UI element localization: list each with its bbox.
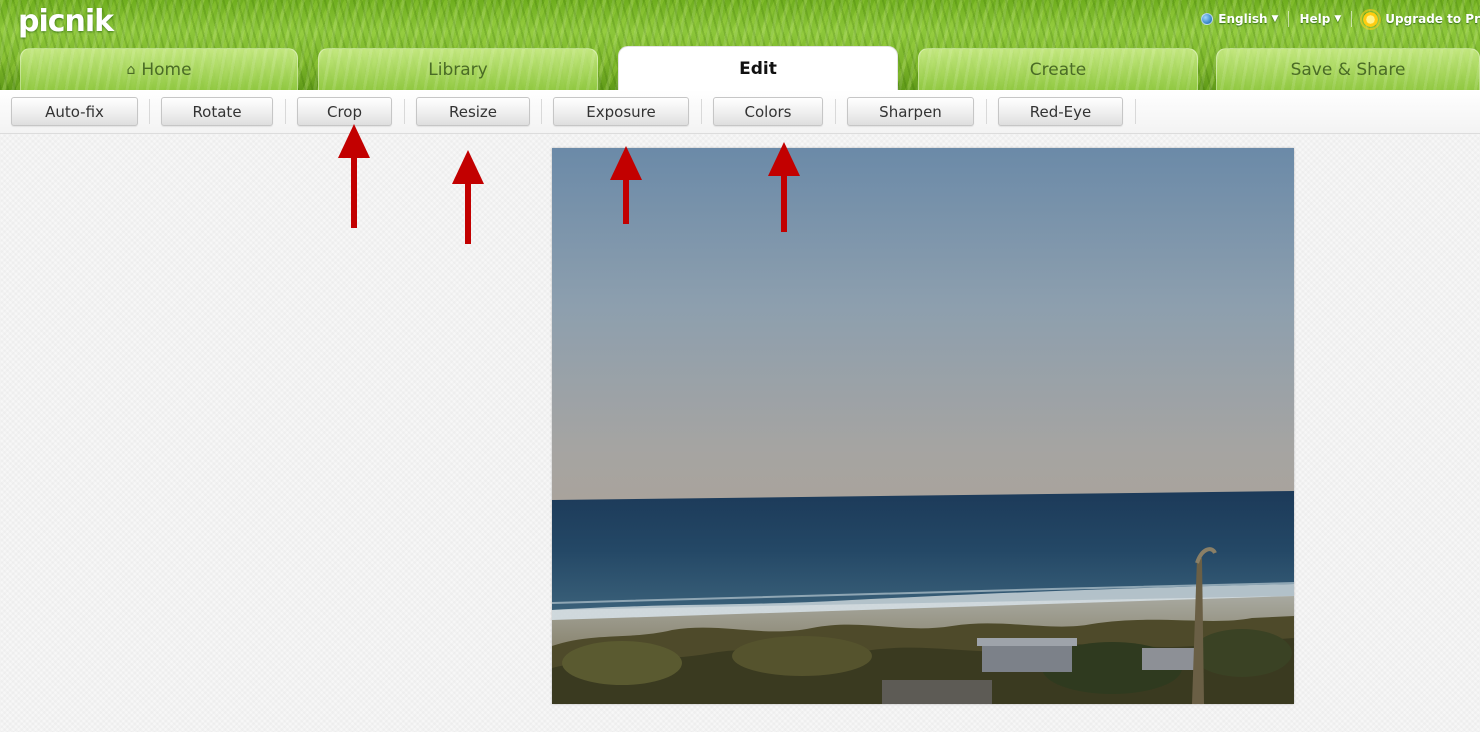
help-menu[interactable]: Help ▼ (1289, 12, 1351, 26)
button-label: Resize (448, 102, 498, 121)
tab-create[interactable]: Create (918, 48, 1198, 90)
tab-label: Home (141, 59, 192, 80)
picnik-logo[interactable]: picnik (18, 4, 114, 39)
tab-label: Save & Share (1290, 59, 1406, 80)
divider (541, 99, 542, 124)
language-label: English (1218, 12, 1268, 26)
upgrade-link[interactable]: Upgrade to Pr (1352, 10, 1480, 28)
button-label: Red-Eye (1029, 102, 1092, 121)
sharpen-button[interactable]: Sharpen (847, 97, 974, 126)
red-arrow-colors (768, 142, 800, 232)
upgrade-label: Upgrade to Pr (1385, 12, 1480, 26)
red-arrow-exposure (610, 146, 642, 224)
button-label: Colors (744, 102, 792, 121)
divider (285, 99, 286, 124)
tab-save-share[interactable]: Save & Share (1216, 48, 1480, 90)
language-menu[interactable]: English ▼ (1191, 12, 1288, 26)
tab-edit[interactable]: Edit (618, 46, 898, 90)
chevron-down-icon: ▼ (1271, 14, 1279, 24)
globe-icon (1201, 13, 1214, 25)
photo-canvas[interactable] (552, 148, 1294, 704)
header-bar: picnik English ▼ Help ▼ Upgrade to Pr ⌂ … (0, 0, 1480, 90)
sun-icon (1362, 10, 1380, 28)
tab-home[interactable]: ⌂ Home (20, 48, 298, 90)
red-eye-button[interactable]: Red-Eye (998, 97, 1123, 126)
divider (986, 99, 987, 124)
red-arrow-crop (338, 124, 370, 228)
red-arrow-resize (452, 150, 484, 244)
chevron-down-icon: ▼ (1334, 14, 1342, 24)
button-label: Rotate (192, 102, 242, 121)
divider (404, 99, 405, 124)
tab-label: Library (428, 59, 488, 80)
resize-button[interactable]: Resize (416, 97, 530, 126)
divider (835, 99, 836, 124)
button-label: Exposure (586, 102, 656, 121)
help-label: Help (1299, 12, 1331, 26)
button-label: Crop (326, 102, 362, 121)
house-icon: ⌂ (126, 61, 136, 78)
colors-button[interactable]: Colors (713, 97, 823, 126)
ocean-beach-photo (552, 148, 1294, 704)
divider (701, 99, 702, 124)
top-nav: English ▼ Help ▼ Upgrade to Pr (1191, 9, 1480, 29)
tab-label: Create (1029, 59, 1087, 80)
divider (149, 99, 150, 124)
button-label: Auto-fix (45, 102, 104, 121)
divider (1135, 99, 1136, 124)
tab-label: Edit (739, 58, 777, 79)
rotate-button[interactable]: Rotate (161, 97, 273, 126)
button-label: Sharpen (879, 102, 942, 121)
exposure-button[interactable]: Exposure (553, 97, 689, 126)
edit-toolbar: Auto-fix Rotate Crop Resize Exposure Col… (0, 90, 1480, 134)
tab-library[interactable]: Library (318, 48, 598, 90)
auto-fix-button[interactable]: Auto-fix (11, 97, 138, 126)
